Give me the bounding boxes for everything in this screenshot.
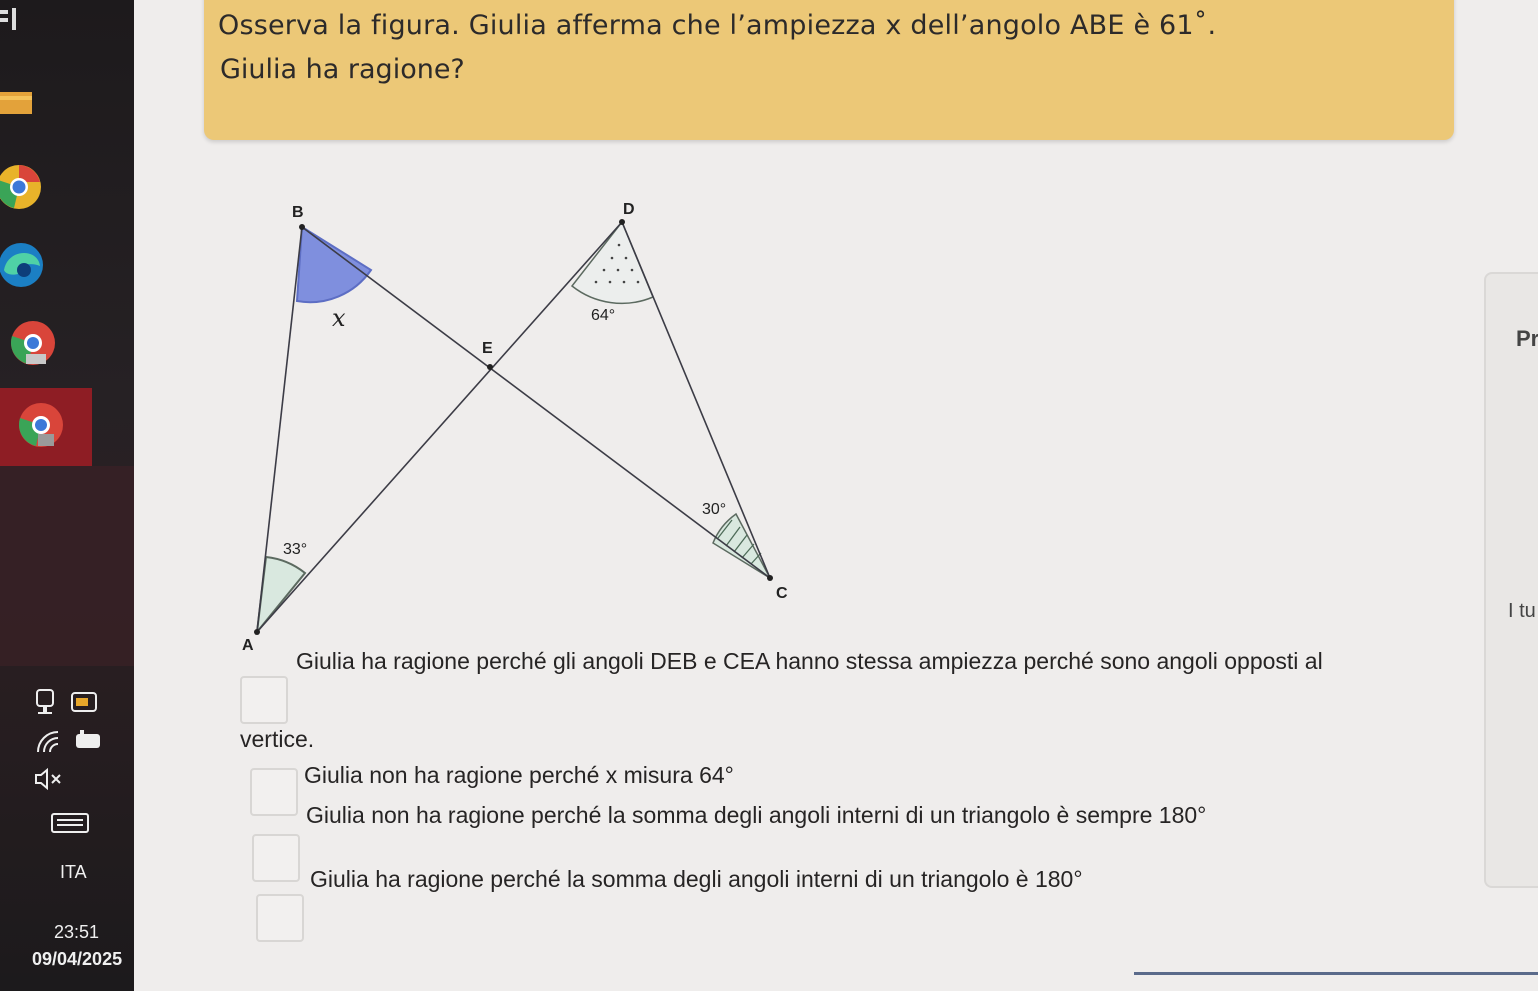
network-icon[interactable]	[34, 688, 56, 718]
option-4-checkbox[interactable]	[256, 894, 304, 942]
angle-c-fill	[712, 512, 772, 581]
point-c	[767, 575, 773, 581]
label-angle-d: 64°	[591, 307, 615, 324]
option-4-value: 180°	[1034, 866, 1083, 892]
option-4-label: Giulia ha ragione perché la somma degli …	[310, 866, 1029, 892]
clock-time[interactable]: 23:51	[54, 922, 99, 943]
label-e: E	[482, 340, 493, 357]
side-panel-label: Pr	[1516, 326, 1538, 351]
option-2-checkbox[interactable]	[250, 768, 298, 816]
point-b	[299, 224, 305, 230]
label-d: D	[623, 201, 635, 218]
mute-icon[interactable]	[34, 768, 64, 790]
chrome-profile-icon[interactable]	[8, 318, 58, 368]
label-a: A	[242, 637, 254, 654]
option-2-text[interactable]: Giulia non ha ragione perché x misura 64…	[304, 762, 734, 789]
label-c: C	[776, 585, 788, 602]
chrome-icon[interactable]	[0, 162, 44, 212]
label-angle-a: 33°	[283, 541, 307, 558]
option-2-value: 64°	[699, 762, 734, 788]
side-panel-text: I tu	[1508, 600, 1536, 622]
app-icon[interactable]	[0, 6, 20, 34]
point-a	[254, 629, 260, 635]
power-icon[interactable]	[72, 730, 104, 752]
taskbar-band	[0, 466, 134, 666]
wifi-icon[interactable]	[36, 730, 64, 754]
geometry-figure: B D E C A x 64° 30° 33°	[242, 201, 788, 654]
exercise-page: Osserva la figura. Giulia afferma che l’…	[134, 0, 1538, 991]
side-panel[interactable]	[1484, 272, 1538, 888]
label-angle-c: 30°	[702, 501, 726, 518]
option-1-checkbox[interactable]	[240, 676, 288, 724]
keyboard-icon[interactable]	[50, 812, 90, 834]
folder-icon[interactable]	[0, 88, 34, 116]
option-1-text-continued[interactable]: vertice.	[240, 726, 314, 753]
chrome-profile-2-icon[interactable]	[16, 400, 66, 450]
language-indicator[interactable]: ITA	[60, 862, 87, 883]
edge-icon[interactable]	[0, 240, 46, 290]
clock-date[interactable]: 09/04/2025	[32, 949, 122, 970]
option-3-value: 180°	[1158, 802, 1207, 828]
option-1-text[interactable]: Giulia ha ragione perché gli angoli DEB …	[296, 648, 1323, 675]
option-2-label: Giulia non ha ragione perché x misura	[304, 762, 693, 788]
option-3-checkbox[interactable]	[252, 834, 300, 882]
bottom-divider	[1134, 972, 1538, 975]
point-d	[619, 219, 625, 225]
angle-b-fill	[295, 225, 373, 304]
option-3-label: Giulia non ha ragione perché la somma de…	[306, 802, 1153, 828]
point-e	[487, 364, 493, 370]
label-b: B	[292, 204, 304, 221]
battery-icon[interactable]	[70, 690, 102, 716]
angle-d-fill	[570, 220, 654, 305]
option-4-text[interactable]: Giulia ha ragione perché la somma degli …	[310, 866, 1083, 893]
label-angle-x: x	[332, 304, 346, 332]
taskbar: ITA 23:51 09/04/2025	[0, 0, 134, 991]
option-3-text[interactable]: Giulia non ha ragione perché la somma de…	[306, 802, 1206, 829]
